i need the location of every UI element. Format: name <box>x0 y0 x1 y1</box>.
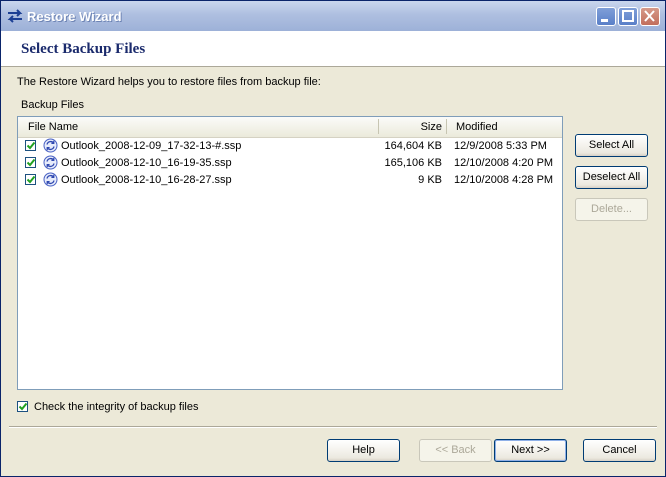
file-size: 9 KB <box>418 174 442 186</box>
help-button[interactable]: Help <box>327 439 400 462</box>
back-button[interactable]: << Back <box>419 439 492 462</box>
close-icon <box>644 10 655 22</box>
cancel-button[interactable]: Cancel <box>583 439 656 462</box>
file-checkbox[interactable] <box>25 140 36 151</box>
column-divider[interactable] <box>446 119 447 134</box>
checkmark-icon <box>26 158 36 167</box>
column-size[interactable]: Size <box>421 121 442 133</box>
file-modified: 12/10/2008 4:20 PM <box>454 157 554 169</box>
delete-button[interactable]: Delete... <box>575 198 648 221</box>
window-title: Restore Wizard <box>27 9 122 24</box>
wizard-header: Select Backup Files <box>1 31 665 67</box>
file-modified: 12/10/2008 4:28 PM <box>454 174 554 186</box>
backup-file-list[interactable]: File Name Size Modified Outlook_2008-12-… <box>17 116 563 390</box>
select-all-button[interactable]: Select All <box>575 134 648 157</box>
maximize-icon <box>622 10 634 22</box>
column-modified[interactable]: Modified <box>456 121 498 133</box>
intro-text: The Restore Wizard helps you to restore … <box>17 76 321 88</box>
integrity-label: Check the integrity of backup files <box>34 401 199 413</box>
checkmark-icon <box>18 402 28 411</box>
file-checkbox[interactable] <box>25 157 36 168</box>
column-divider[interactable] <box>378 119 379 134</box>
file-row[interactable]: Outlook_2008-12-09_17-32-13-#.ssp 164,60… <box>18 138 562 154</box>
file-row[interactable]: Outlook_2008-12-10_16-19-35.ssp 165,106 … <box>18 155 562 171</box>
footer-divider <box>9 426 657 428</box>
page-title: Select Backup Files <box>21 41 146 57</box>
file-name: Outlook_2008-12-10_16-19-35.ssp <box>61 157 232 169</box>
file-checkbox[interactable] <box>25 174 36 185</box>
deselect-all-button[interactable]: Deselect All <box>575 166 648 189</box>
file-name: Outlook_2008-12-09_17-32-13-#.ssp <box>61 140 242 152</box>
column-file-name[interactable]: File Name <box>28 121 78 133</box>
maximize-button[interactable] <box>618 7 638 26</box>
file-name: Outlook_2008-12-10_16-28-27.ssp <box>61 174 232 186</box>
title-bar[interactable]: Restore Wizard <box>1 1 665 31</box>
file-row[interactable]: Outlook_2008-12-10_16-28-27.ssp 9 KB 12/… <box>18 172 562 188</box>
refresh-icon <box>43 138 58 153</box>
file-modified: 12/9/2008 5:33 PM <box>454 140 547 152</box>
next-button[interactable]: Next >> <box>494 439 567 462</box>
column-header: File Name Size Modified <box>18 117 562 138</box>
checkmark-icon <box>26 141 36 150</box>
swap-arrows-icon <box>7 9 23 23</box>
minimize-button[interactable] <box>596 7 616 26</box>
minimize-icon <box>601 19 608 22</box>
file-size: 165,106 KB <box>384 157 443 169</box>
checkmark-icon <box>26 175 36 184</box>
restore-wizard-window: Restore Wizard Select Backup Files The R… <box>0 0 666 477</box>
backup-files-label: Backup Files <box>21 99 84 111</box>
refresh-icon <box>43 172 58 187</box>
integrity-checkbox[interactable] <box>17 401 28 412</box>
refresh-icon <box>43 155 58 170</box>
file-size: 164,604 KB <box>384 140 443 152</box>
close-button[interactable] <box>640 7 660 26</box>
